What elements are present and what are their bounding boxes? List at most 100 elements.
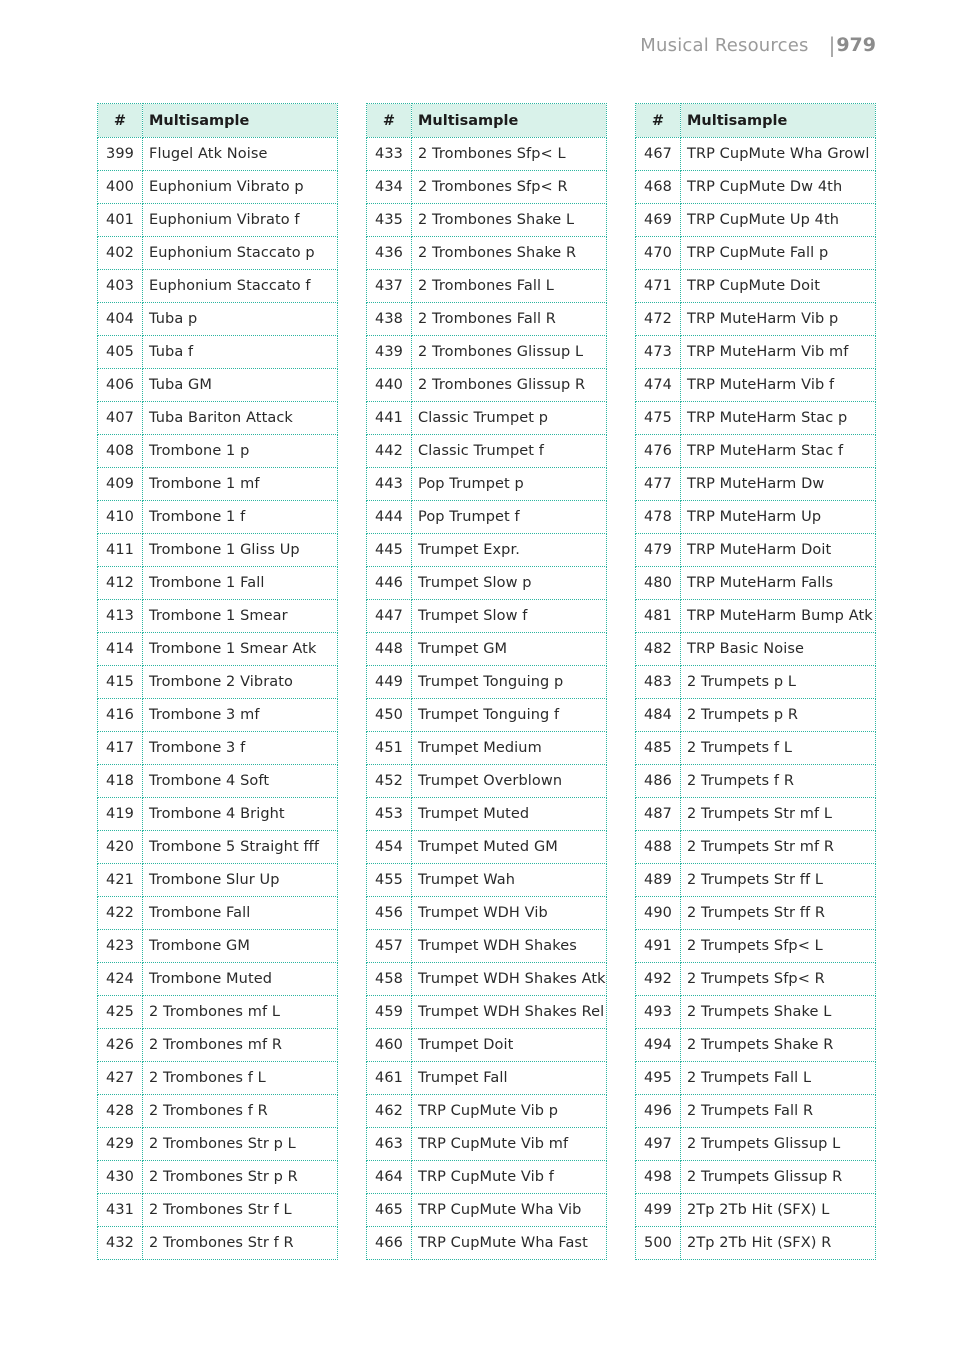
multisample-number: 454 [366,830,412,864]
table-row: 454 Trumpet Muted GM [366,830,607,864]
multisample-name: 2 Trombones Shake R [411,236,607,270]
multisample-name: TRP CupMute Vib mf [411,1127,607,1161]
multisample-number: 399 [97,137,143,171]
multisample-name: 2 Trombones Str p L [142,1127,338,1161]
page-header: Musical Resources | 979 [640,32,876,58]
multisample-number: 471 [635,269,681,303]
table-row: 441 Classic Trumpet p [366,401,607,435]
table-row: 407 Tuba Bariton Attack [97,401,338,435]
multisample-number: 481 [635,599,681,633]
multisample-name: Trumpet Wah [411,863,607,897]
table-row: 444 Pop Trumpet f [366,500,607,534]
multisample-number: 466 [366,1226,412,1260]
multisample-number: 441 [366,401,412,435]
table-row: 417 Trombone 3 f [97,731,338,765]
table-row: 415 Trombone 2 Vibrato [97,665,338,699]
table-row: 470 TRP CupMute Fall p [635,236,876,270]
multisample-number: 404 [97,302,143,336]
multisample-number: 448 [366,632,412,666]
multisample-number: 463 [366,1127,412,1161]
table-row: 418 Trombone 4 Soft [97,764,338,798]
table-row: 404 Tuba p [97,302,338,336]
table-row: 412 Trombone 1 Fall [97,566,338,600]
multisample-number: 475 [635,401,681,435]
table-row: 408 Trombone 1 p [97,434,338,468]
multisample-number: 446 [366,566,412,600]
table-row: 495 2 Trumpets Fall L [635,1061,876,1095]
multisample-name: 2 Trumpets Glissup R [680,1160,876,1194]
multisample-number: 407 [97,401,143,435]
multisample-number: 445 [366,533,412,567]
multisample-name: Trombone 1 p [142,434,338,468]
header-separator: | [828,33,836,57]
table-row: 497 2 Trumpets Glissup L [635,1127,876,1161]
multisample-number: 425 [97,995,143,1029]
multisample-name: TRP CupMute Doit [680,269,876,303]
multisample-number: 496 [635,1094,681,1128]
multisample-number: 483 [635,665,681,699]
multisample-number: 426 [97,1028,143,1062]
multisample-name: 2 Trumpets Shake L [680,995,876,1029]
multisample-name: 2 Trumpets p L [680,665,876,699]
multisample-number: 405 [97,335,143,369]
multisample-number: 449 [366,665,412,699]
table-row: 410 Trombone 1 f [97,500,338,534]
multisample-number: 485 [635,731,681,765]
table-row: 498 2 Trumpets Glissup R [635,1160,876,1194]
multisample-name: TRP MuteHarm Dw [680,467,876,501]
multisample-number: 488 [635,830,681,864]
table-row: 475 TRP MuteHarm Stac p [635,401,876,435]
multisample-name: 2 Trumpets Glissup L [680,1127,876,1161]
multisample-number: 406 [97,368,143,402]
table-row: 490 2 Trumpets Str ff R [635,896,876,930]
multisample-number: 409 [97,467,143,501]
multisample-name: 2 Trumpets Fall L [680,1061,876,1095]
multisample-name: 2 Trombones Sfp< R [411,170,607,204]
multisample-number: 442 [366,434,412,468]
multisample-name: TRP MuteHarm Stac f [680,434,876,468]
multisample-name: Pop Trumpet f [411,500,607,534]
table-row: 464 TRP CupMute Vib f [366,1160,607,1194]
multisample-name: 2 Trumpets Str ff L [680,863,876,897]
column-header-number: # [635,103,681,138]
table-row: 476 TRP MuteHarm Stac f [635,434,876,468]
multisample-table-1: # Multisample 399 Flugel Atk Noise 400 Euph… [97,103,338,1260]
multisample-number: 489 [635,863,681,897]
multisample-number: 444 [366,500,412,534]
table-row: 409 Trombone 1 mf [97,467,338,501]
multisample-number: 494 [635,1028,681,1062]
multisample-name: Trombone 3 mf [142,698,338,732]
multisample-name: 2 Trumpets Str mf L [680,797,876,831]
column-header-number: # [366,103,412,138]
multisample-number: 486 [635,764,681,798]
multisample-number: 479 [635,533,681,567]
table-row: 400 Euphonium Vibrato p [97,170,338,204]
table-row: 477 TRP MuteHarm Dw [635,467,876,501]
table-row: 458 Trumpet WDH Shakes Atk [366,962,607,996]
table-row: 439 2 Trombones Glissup L [366,335,607,369]
multisample-number: 456 [366,896,412,930]
multisample-number: 468 [635,170,681,204]
multisample-name: Trombone 1 f [142,500,338,534]
table-row: 448 Trumpet GM [366,632,607,666]
multisample-name: 2 Trumpets Str ff R [680,896,876,930]
multisample-number: 447 [366,599,412,633]
multisample-number: 403 [97,269,143,303]
table-row: 421 Trombone Slur Up [97,863,338,897]
multisample-number: 480 [635,566,681,600]
table-row: 471 TRP CupMute Doit [635,269,876,303]
multisample-number: 414 [97,632,143,666]
multisample-name: 2 Trombones Shake L [411,203,607,237]
multisample-name: 2 Trombones mf R [142,1028,338,1062]
multisample-name: 2 Trumpets Sfp< L [680,929,876,963]
multisample-number: 422 [97,896,143,930]
table-row: 428 2 Trombones f R [97,1094,338,1128]
multisample-number: 416 [97,698,143,732]
multisample-number: 428 [97,1094,143,1128]
multisample-name: 2 Trombones f R [142,1094,338,1128]
multisample-name: 2 Trumpets Shake R [680,1028,876,1062]
table-row: 492 2 Trumpets Sfp< R [635,962,876,996]
table-row: 499 2Tp 2Tb Hit (SFX) L [635,1193,876,1227]
section-title: Musical Resources [640,34,809,56]
multisample-number: 461 [366,1061,412,1095]
